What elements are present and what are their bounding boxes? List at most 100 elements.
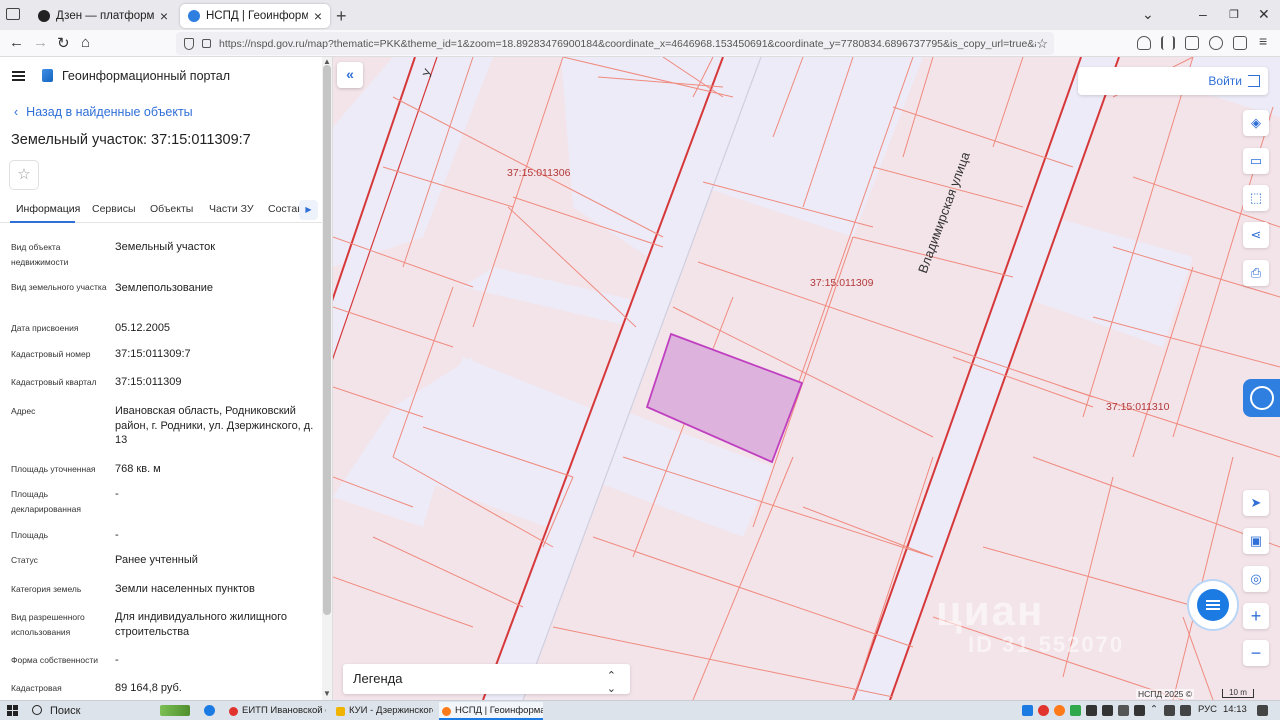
ruler-icon[interactable]: ▭ xyxy=(1243,148,1269,174)
tray-yandex-icon[interactable] xyxy=(1038,705,1049,716)
scrollbar-thumb[interactable] xyxy=(323,65,331,615)
tray-app-icon[interactable] xyxy=(1102,705,1113,716)
back-to-results-link[interactable]: ‹ Назад в найденные объекты xyxy=(14,105,193,119)
taskbar-app-eitp[interactable]: ЕИТП Ивановской о... xyxy=(226,702,326,720)
property-label: Вид земельного участка xyxy=(11,282,107,292)
close-tab-icon[interactable]: × xyxy=(160,8,168,24)
bookmark-star-icon[interactable]: ☆ xyxy=(1036,36,1048,52)
legend-panel[interactable]: Легенда ⌃ ⌄ xyxy=(343,664,630,695)
home-icon[interactable]: ⌂ xyxy=(81,34,90,51)
tab-services[interactable]: Сервисы xyxy=(92,203,136,215)
tray-app-icon[interactable] xyxy=(1134,705,1145,716)
folder-icon xyxy=(336,707,345,716)
tray-app-icon[interactable] xyxy=(1118,705,1129,716)
pocket-icon[interactable] xyxy=(1137,36,1151,50)
watermark-id: ID 31 552070 xyxy=(968,632,1125,657)
property-label: Вид разрешенного использования xyxy=(11,612,85,637)
close-window-button[interactable]: ✕ xyxy=(1258,6,1270,23)
chat-button[interactable] xyxy=(1187,579,1239,631)
sidebar-scrollbar[interactable] xyxy=(322,57,332,700)
back-icon[interactable]: ← xyxy=(9,34,24,51)
property-value: Ивановская область, Родниковский район, … xyxy=(115,405,314,446)
layers-icon[interactable]: ◈ xyxy=(1243,110,1269,136)
share-icon[interactable]: ⋖ xyxy=(1243,222,1269,248)
tray-firefox-icon[interactable] xyxy=(1054,705,1065,716)
tray-app-icon[interactable] xyxy=(1070,705,1081,716)
taskbar-app-kui[interactable]: КУИ - Дзержинского... xyxy=(333,702,433,720)
expand-collapse-icon[interactable]: ⌃ ⌄ xyxy=(607,669,616,695)
zoom-in-button[interactable]: + xyxy=(1243,603,1269,629)
volume-icon[interactable] xyxy=(1180,705,1191,716)
collapse-panel-button[interactable]: « xyxy=(337,62,363,88)
tray-chevron-icon[interactable]: ⌃ xyxy=(1150,704,1158,715)
taskbar-app-label: КУИ - Дзержинского... xyxy=(349,705,433,716)
tab-objects[interactable]: Объекты xyxy=(150,203,193,215)
login-button[interactable]: Войти xyxy=(1078,67,1268,95)
url-text[interactable]: https://nspd.gov.ru/map?thematic=PKK&the… xyxy=(219,38,1036,50)
property-label: Вид объекта недвижимости xyxy=(11,242,69,267)
account-icon[interactable] xyxy=(1209,36,1223,50)
edge-browser-icon[interactable] xyxy=(204,705,215,716)
tab-parts[interactable]: Части ЗУ xyxy=(209,203,254,215)
cadastral-map[interactable] xyxy=(333,57,1280,700)
tab-list-icon[interactable]: ⌄ xyxy=(1142,6,1154,23)
property-value: Земли населенных пунктов xyxy=(115,583,255,595)
dzen-icon xyxy=(38,10,50,22)
tray-app-icon[interactable] xyxy=(1022,705,1033,716)
back-link-label: Назад в найденные объекты xyxy=(26,105,193,119)
tab-information[interactable]: Информация xyxy=(16,203,80,215)
active-tab-indicator xyxy=(10,221,75,223)
geo-search-icon[interactable]: ◎ xyxy=(1243,566,1269,592)
tabs-scroll-right-button[interactable]: ▶ xyxy=(299,200,318,220)
print-icon[interactable]: ⎙ xyxy=(1243,260,1269,286)
restore-button[interactable]: ❐ xyxy=(1229,8,1239,21)
property-label: Кадастровый квартал xyxy=(11,377,97,387)
property-value: - xyxy=(115,529,119,541)
property-label: Площадь xyxy=(11,530,49,540)
clock[interactable]: 14:13 xyxy=(1223,704,1247,715)
sidebar-toggle-icon[interactable] xyxy=(1185,36,1199,50)
tray-app-icon[interactable] xyxy=(1086,705,1097,716)
widget-landscape-icon[interactable] xyxy=(160,705,190,716)
lock-icon[interactable] xyxy=(202,39,211,48)
forward-icon[interactable]: → xyxy=(33,34,48,51)
close-tab-icon[interactable]: × xyxy=(314,8,322,24)
zoom-out-button[interactable]: − xyxy=(1243,640,1269,666)
reload-icon[interactable]: ↻ xyxy=(57,34,70,52)
favorite-star-button[interactable]: ☆ xyxy=(9,160,39,190)
menu-icon[interactable]: ≡ xyxy=(1259,34,1273,50)
browser-tab-dzen[interactable]: Дзен — платформа для просм × xyxy=(30,4,176,28)
select-area-icon[interactable]: ⬚ xyxy=(1243,185,1269,211)
minimap-icon[interactable]: ▣ xyxy=(1243,528,1269,554)
browser-tab-nspd[interactable]: НСПД | Геоинформационный × xyxy=(180,4,330,28)
login-label: Войти xyxy=(1208,74,1242,88)
taskbar-app-label: НСПД | Геоинформа... xyxy=(455,705,543,716)
library-icon[interactable] xyxy=(1161,36,1175,50)
tab-title: НСПД | Геоинформационный xyxy=(206,10,308,22)
minimize-button[interactable]: – xyxy=(1199,6,1207,22)
tracking-shield-icon[interactable] xyxy=(184,37,194,50)
hamburger-menu-icon[interactable] xyxy=(12,71,25,81)
windows-start-icon[interactable] xyxy=(7,705,18,716)
extensions-icon[interactable] xyxy=(1233,36,1247,50)
property-label: Дата присвоения xyxy=(11,323,79,333)
tab-composition[interactable]: Состав xyxy=(268,203,299,215)
taskbar-app-nspd[interactable]: НСПД | Геоинформа... xyxy=(439,702,543,720)
map-canvas[interactable] xyxy=(333,57,1280,700)
property-value: 768 кв. м xyxy=(115,463,161,475)
chevron-left-icon: ‹ xyxy=(14,105,19,119)
property-label: Адрес xyxy=(11,406,36,416)
tab-overview-icon[interactable] xyxy=(6,8,20,20)
property-value: - xyxy=(115,654,119,666)
input-language[interactable]: РУС xyxy=(1198,704,1217,715)
property-value: Для индивидуального жилищного строительс… xyxy=(115,611,288,638)
new-tab-button[interactable]: + xyxy=(336,6,347,27)
notifications-icon[interactable] xyxy=(1257,705,1268,716)
network-icon[interactable] xyxy=(1164,705,1175,716)
support-widget-icon[interactable] xyxy=(1243,379,1280,417)
scroll-up-icon[interactable]: ▲ xyxy=(323,57,331,66)
locate-icon[interactable]: ➤ xyxy=(1243,490,1269,516)
scroll-down-icon[interactable]: ▼ xyxy=(323,689,331,698)
taskbar-app-label: ЕИТП Ивановской о... xyxy=(242,705,326,716)
address-bar[interactable]: https://nspd.gov.ru/map?thematic=PKK&the… xyxy=(176,32,1054,55)
